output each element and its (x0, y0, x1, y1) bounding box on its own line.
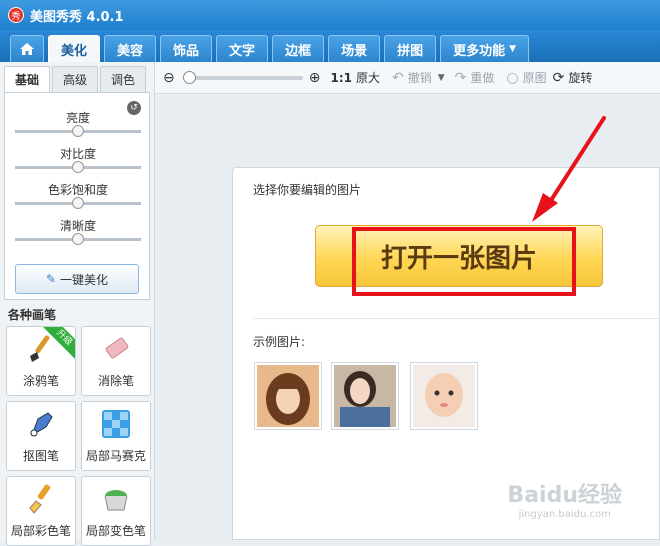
pen-mosaic-label: 局部马赛克 (85, 449, 146, 463)
paint-brush-icon (24, 482, 58, 516)
contrast-control: 对比度 (15, 145, 141, 173)
home-icon (20, 43, 34, 55)
contrast-slider[interactable] (15, 161, 141, 173)
tab-accessories[interactable]: 饰品 (160, 35, 213, 62)
paint-bucket-icon (99, 482, 133, 516)
undo-dropdown-icon[interactable]: ▼ (438, 73, 445, 83)
mosaic-icon (99, 407, 133, 441)
saturation-slider[interactable] (15, 197, 141, 209)
sharpness-knob[interactable] (72, 233, 84, 245)
zoom-out-icon[interactable]: ⊖ (163, 70, 175, 86)
tab-scene[interactable]: 场景 (328, 35, 381, 62)
watermark-sub: jingyan.baidu.com (518, 509, 611, 520)
pen-local-recolor[interactable]: 局部变色笔 (81, 476, 151, 546)
subtab-color[interactable]: 调色 (100, 66, 146, 92)
original-button[interactable]: 原图 (523, 69, 547, 86)
tab-collage[interactable]: 拼图 (384, 35, 437, 62)
pen-eraser[interactable]: 消除笔 (81, 326, 151, 396)
brightness-knob[interactable] (72, 125, 84, 137)
sharpness-slider[interactable] (15, 233, 141, 245)
toolbar: ⊖ ⊕ 1:1 原大 ↶ 撤销 ▼ ↷ 重做 ○ 原图 ⟳ 旋转 (155, 62, 660, 94)
pen-local-color[interactable]: 局部彩色笔 (6, 476, 76, 546)
pen-eraser-label: 消除笔 (97, 374, 134, 388)
divider (253, 318, 660, 319)
undo-button[interactable]: 撤销 (408, 69, 432, 86)
sharpness-control: 清晰度 (15, 217, 141, 245)
highlight-annotation (352, 227, 576, 296)
app-logo-icon: 秀 (8, 7, 24, 23)
example-image-3 (413, 365, 475, 427)
tab-text[interactable]: 文字 (216, 35, 269, 62)
watermark-main: Baidu经验 (507, 483, 622, 508)
magic-wand-icon: ✎ (45, 272, 57, 286)
example-thumb[interactable] (331, 362, 399, 430)
redo-icon[interactable]: ↷ (455, 70, 467, 86)
brightness-label: 亮度 (65, 111, 90, 125)
rotate-icon[interactable]: ⟳ (553, 70, 565, 86)
one-click-beautify-label: 一键美化 (60, 272, 109, 287)
examples-label: 示例图片: (253, 335, 306, 349)
rotate-button[interactable]: 旋转 (568, 69, 592, 86)
example-thumb[interactable] (254, 362, 322, 430)
pens-section-title: 各种画笔 (8, 308, 57, 322)
undo-icon[interactable]: ↶ (392, 70, 404, 86)
tab-home[interactable] (10, 35, 44, 62)
subtab-advanced[interactable]: 高级 (52, 66, 98, 92)
contrast-label: 对比度 (59, 147, 96, 161)
pen-doodle[interactable]: 升级 涂鸦笔 (6, 326, 76, 396)
brightness-control: 亮度 (15, 109, 141, 137)
pen-doodle-label: 涂鸦笔 (22, 374, 59, 388)
title-bar: 秀 美图秀秀 4.0.1 (0, 0, 660, 30)
watermark: Baidu经验 jingyan.baidu.com (507, 477, 622, 520)
app-title: 美图秀秀 4.0.1 (30, 9, 124, 25)
pen-nib-icon (24, 407, 58, 441)
example-thumb[interactable] (410, 362, 478, 430)
tab-more[interactable]: 更多功能 ▼ (440, 35, 530, 62)
one-click-beautify-button[interactable]: ✎ 一键美化 (15, 264, 139, 294)
zoom-ratio[interactable]: 1:1 (330, 71, 352, 85)
example-image-2 (334, 365, 396, 427)
example-image-1 (257, 365, 319, 427)
eraser-icon (99, 332, 133, 366)
contrast-knob[interactable] (72, 161, 84, 173)
saturation-knob[interactable] (72, 197, 84, 209)
zoom-slider-knob[interactable] (182, 70, 196, 84)
main-tab-bar: 美化 美容 饰品 文字 边框 场景 拼图 更多功能 ▼ (0, 30, 660, 62)
saturation-control: 色彩饱和度 (15, 181, 141, 209)
subtab-basic[interactable]: 基础 (4, 66, 50, 92)
redo-button[interactable]: 重做 (470, 69, 494, 86)
tab-beautify[interactable]: 美化 (48, 35, 101, 62)
chevron-down-icon: ▼ (509, 44, 517, 54)
tab-frame[interactable]: 边框 (272, 35, 325, 62)
tab-beauty[interactable]: 美容 (104, 35, 157, 62)
zoom-slider[interactable] (182, 70, 303, 84)
pen-cutout[interactable]: 抠图笔 (6, 401, 76, 471)
original-size-button[interactable]: 原大 (356, 69, 380, 86)
pen-local-color-label: 局部彩色笔 (10, 524, 71, 538)
pen-cutout-label: 抠图笔 (22, 449, 59, 463)
pen-local-recolor-label: 局部变色笔 (85, 524, 146, 538)
adjust-subtabs: 基础 高级 调色 (0, 62, 154, 92)
pen-mosaic[interactable]: 局部马赛克 (81, 401, 151, 471)
sharpness-label: 清晰度 (59, 219, 96, 233)
adjust-box: ↺ 亮度 对比度 色彩饱和度 清晰度 ✎ 一键美化 (4, 92, 150, 300)
left-panel: 基础 高级 调色 ↺ 亮度 对比度 色彩饱和度 清晰度 ✎ 一键美化 各种画笔 … (0, 62, 155, 546)
zoom-in-icon[interactable]: ⊕ (309, 70, 321, 86)
choose-image-label: 选择你要编辑的图片 (253, 183, 362, 197)
saturation-label: 色彩饱和度 (47, 183, 108, 197)
original-icon[interactable]: ○ (506, 70, 518, 86)
brightness-slider[interactable] (15, 125, 141, 137)
